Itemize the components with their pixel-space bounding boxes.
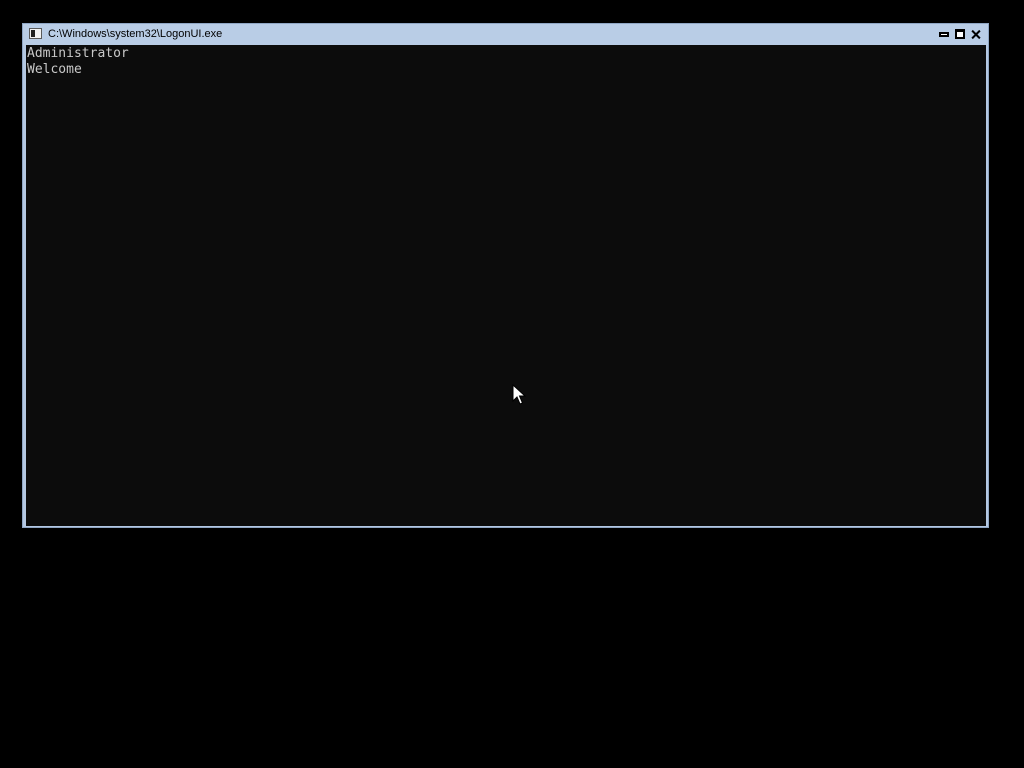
desktop: C:\Windows\system32\LogonUI.exe Administ… [0,0,1024,768]
mouse-pointer-icon [512,384,526,405]
console-window[interactable]: C:\Windows\system32\LogonUI.exe Administ… [22,23,989,528]
title-bar[interactable]: C:\Windows\system32\LogonUI.exe [23,24,988,45]
console-app-icon[interactable] [29,28,42,39]
console-output-area[interactable]: Administrator Welcome [26,45,986,526]
window-title: C:\Windows\system32\LogonUI.exe [48,28,223,40]
console-line-welcome: Welcome [27,62,82,77]
maximize-button[interactable] [954,29,966,40]
console-line-user: Administrator [27,46,129,61]
close-button[interactable] [970,29,982,40]
minimize-button[interactable] [938,29,950,40]
